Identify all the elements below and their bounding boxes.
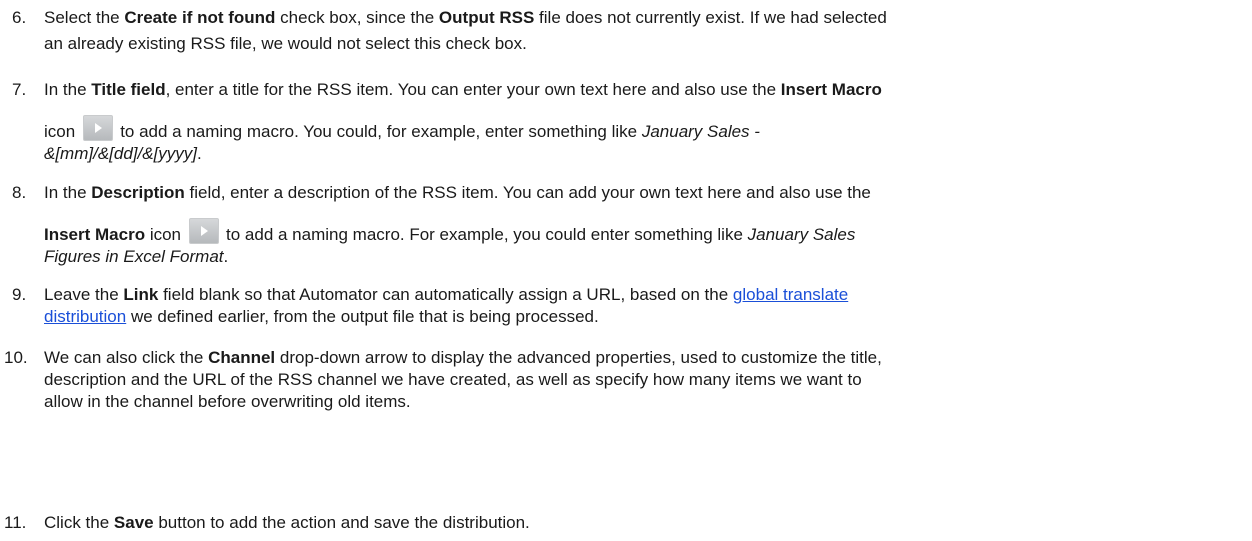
save-button-label: Save bbox=[113, 513, 154, 532]
title-field-label: Title field bbox=[91, 80, 166, 99]
step-number: 7. bbox=[12, 80, 27, 99]
insert-macro-label: Insert Macro bbox=[780, 80, 882, 99]
link-field-label: Link bbox=[123, 285, 159, 304]
step-number: 10. bbox=[4, 348, 28, 367]
insert-macro-icon bbox=[83, 115, 114, 141]
step-number: 11. bbox=[4, 513, 27, 532]
step-number: 8. bbox=[12, 183, 27, 202]
create-if-not-found-label: Create if not found bbox=[124, 8, 276, 27]
insert-macro-label: Insert Macro bbox=[44, 225, 146, 244]
output-rss-label: Output RSS bbox=[438, 8, 535, 27]
global-translate-distribution-link-cont[interactable]: distribution bbox=[44, 307, 126, 326]
description-field-label: Description bbox=[91, 183, 185, 202]
insert-macro-icon bbox=[189, 218, 220, 244]
step-number: 6. bbox=[12, 8, 27, 27]
channel-label: Channel bbox=[208, 348, 276, 367]
global-translate-distribution-link[interactable]: global translate bbox=[733, 285, 848, 304]
step-number: 9. bbox=[12, 285, 27, 304]
document-page: 6. Select the Create if not found check … bbox=[4, 8, 887, 532]
